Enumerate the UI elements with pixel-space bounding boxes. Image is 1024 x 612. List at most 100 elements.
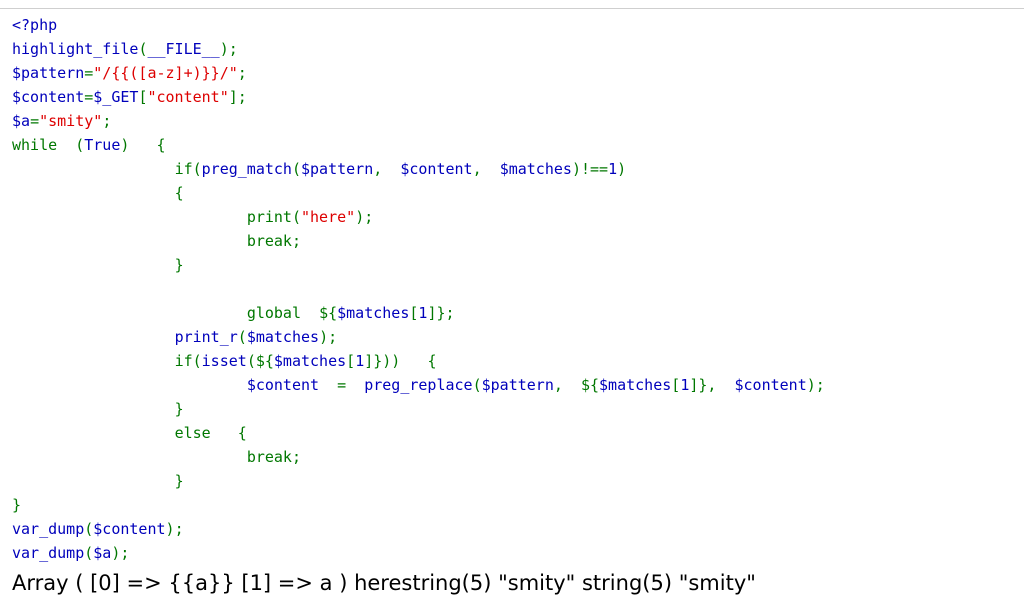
- code-token-html: [12, 208, 247, 226]
- code-token-keyword: (: [472, 376, 482, 394]
- code-token-keyword: break: [246, 448, 292, 466]
- code-token-keyword: ): [165, 520, 175, 538]
- code-line: if(preg_match($pattern, $content, $match…: [12, 157, 1024, 181]
- code-token-html: [12, 304, 247, 322]
- code-token-keyword: ;: [174, 520, 184, 538]
- code-token-keyword: ): [571, 160, 581, 178]
- code-token-keyword: ): [319, 328, 329, 346]
- code-line: }: [12, 493, 1024, 517]
- code-token-html: [12, 376, 247, 394]
- code-token-keyword: =: [84, 64, 94, 82]
- code-line: $content=$_GET["content"];: [12, 85, 1024, 109]
- code-token-keyword: $: [319, 304, 329, 322]
- code-line: }: [12, 469, 1024, 493]
- code-token-keyword: ]: [364, 352, 374, 370]
- code-token-default: var_dump: [12, 520, 85, 538]
- code-line: $pattern="/{{([a-z]+)}}/";: [12, 61, 1024, 85]
- code-token-string: "here": [301, 208, 356, 226]
- code-line: }: [12, 397, 1024, 421]
- code-token-keyword: {: [237, 424, 247, 442]
- code-token-keyword: =: [30, 112, 40, 130]
- code-token-keyword: {: [427, 352, 437, 370]
- code-token-html: [12, 448, 247, 466]
- code-token-default: preg_replace: [364, 376, 473, 394]
- code-token-default: var_dump: [12, 544, 85, 562]
- code-token-keyword: ,: [373, 160, 383, 178]
- code-token-default: highlight_file: [12, 40, 139, 58]
- code-token-keyword: ,: [553, 376, 563, 394]
- code-token-keyword: }: [174, 256, 184, 274]
- code-token-keyword: ;: [328, 328, 338, 346]
- code-token-keyword: ;: [228, 40, 238, 58]
- code-token-keyword: $: [580, 376, 590, 394]
- code-token-keyword: !==: [580, 160, 609, 178]
- code-token-html: [301, 304, 319, 322]
- code-token-keyword: ,: [472, 160, 482, 178]
- code-token-keyword: (: [192, 160, 202, 178]
- code-token-keyword: ;: [120, 544, 130, 562]
- code-token-default: preg_match: [201, 160, 292, 178]
- code-token-keyword: =: [84, 88, 94, 106]
- code-token-keyword: ;: [237, 64, 247, 82]
- code-token-keyword: }: [12, 496, 22, 514]
- code-line: <?php: [12, 13, 1024, 37]
- code-token-keyword: {: [264, 352, 274, 370]
- code-line: highlight_file(__FILE__);: [12, 37, 1024, 61]
- code-token-html: [12, 352, 175, 370]
- code-token-keyword: ;: [102, 112, 112, 130]
- code-token-keyword: print: [246, 208, 292, 226]
- code-line: break;: [12, 229, 1024, 253]
- code-line: $content = preg_replace($pattern, ${$mat…: [12, 373, 1024, 397]
- code-token-keyword: break: [246, 232, 292, 250]
- code-token-html: [319, 376, 337, 394]
- code-token-keyword: global: [246, 304, 301, 322]
- code-token-keyword: (: [246, 352, 256, 370]
- code-token-keyword: (: [84, 544, 94, 562]
- code-line: break;: [12, 445, 1024, 469]
- code-token-keyword: (: [291, 208, 301, 226]
- code-token-string: "/{{([a-z]+)}}/": [93, 64, 238, 82]
- code-token-html: [12, 400, 175, 418]
- code-line: var_dump($content);: [12, 517, 1024, 541]
- code-token-keyword: {: [174, 184, 184, 202]
- code-token-default: 1: [680, 376, 690, 394]
- code-token-keyword: if: [174, 160, 193, 178]
- code-token-keyword: ): [219, 40, 229, 58]
- code-token-keyword: ): [355, 208, 365, 226]
- script-output-text: Array ( [0] => {{a}} [1] => a ) herestri…: [12, 571, 756, 595]
- code-line: print("here");: [12, 205, 1024, 229]
- code-token-html: [716, 376, 734, 394]
- code-token-default: $matches: [273, 352, 347, 370]
- code-token-keyword: ;: [445, 304, 455, 322]
- code-token-html: [482, 160, 500, 178]
- code-token-default: $pattern: [301, 160, 374, 178]
- code-token-keyword: else: [174, 424, 211, 442]
- code-line: while (True) {: [12, 133, 1024, 157]
- code-token-keyword: (: [237, 328, 247, 346]
- code-token-default: print_r: [174, 328, 238, 346]
- code-token-keyword: {: [328, 304, 338, 322]
- code-line: $a="smity";: [12, 109, 1024, 133]
- code-token-html: [400, 352, 427, 370]
- code-token-keyword: (: [84, 520, 94, 538]
- code-token-default: $a: [93, 544, 112, 562]
- code-token-default: $content: [93, 520, 166, 538]
- code-token-default: $content: [246, 376, 320, 394]
- code-line: global ${$matches[1]};: [12, 301, 1024, 325]
- code-token-html: [346, 376, 364, 394]
- code-token-default: $pattern: [12, 64, 85, 82]
- code-token-keyword: ): [806, 376, 816, 394]
- code-token-keyword: }: [436, 304, 446, 322]
- code-token-keyword: }: [174, 472, 184, 490]
- code-token-html: [12, 328, 175, 346]
- code-token-default: __FILE__: [147, 40, 220, 58]
- code-token-default: True: [84, 136, 121, 154]
- code-token-string: "content": [147, 88, 229, 106]
- code-line: print_r($matches);: [12, 325, 1024, 349]
- code-token-default: $matches: [337, 304, 410, 322]
- code-line: if(isset(${$matches[1]})) {: [12, 349, 1024, 373]
- code-token-default: $matches: [499, 160, 572, 178]
- code-token-keyword: [: [671, 376, 681, 394]
- code-token-html: [211, 424, 238, 442]
